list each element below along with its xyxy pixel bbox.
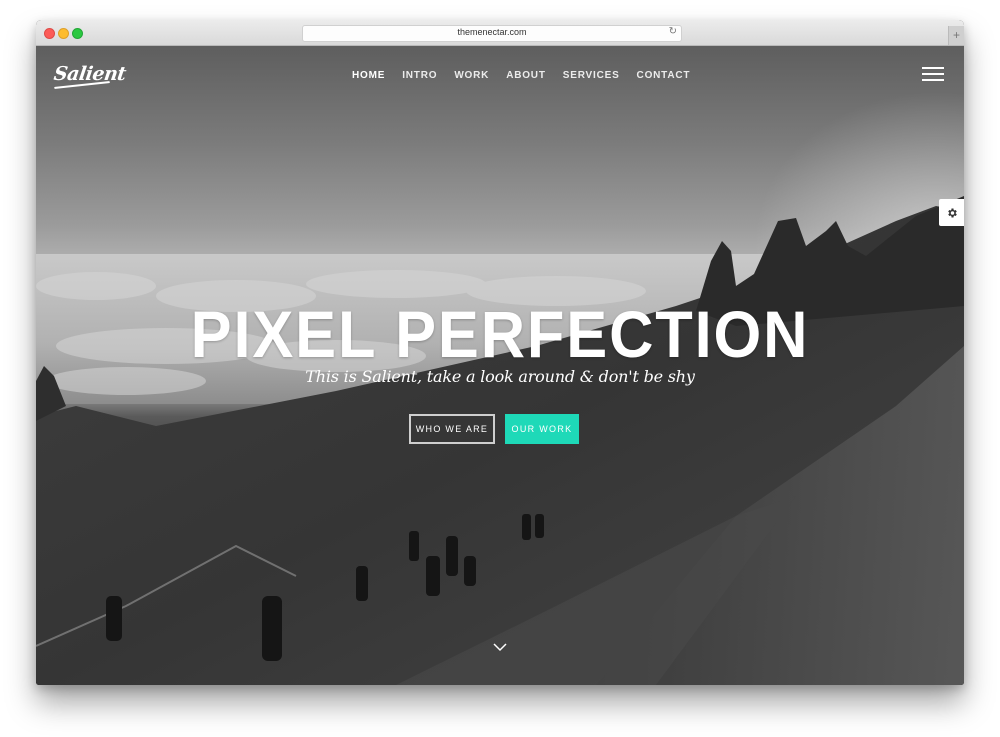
hamburger-icon-line <box>922 73 944 75</box>
hamburger-menu-button[interactable] <box>922 67 944 83</box>
nav-item-services[interactable]: SERVICES <box>563 70 620 81</box>
main-navigation: HOME INTRO WORK ABOUT SERVICES CONTACT <box>352 70 707 81</box>
reload-icon[interactable]: ↻ <box>669 26 677 37</box>
hamburger-icon <box>922 67 944 69</box>
nav-item-about[interactable]: ABOUT <box>506 70 546 81</box>
close-window-button[interactable] <box>44 28 55 39</box>
our-work-button[interactable]: OUR WORK <box>505 414 579 444</box>
hero-headline: PIXEL PERFECTION <box>190 297 810 371</box>
minimize-window-button[interactable] <box>58 28 69 39</box>
browser-window: themenectar.com ↻ + Salient HOME INTRO W… <box>36 20 964 685</box>
url-text: themenectar.com <box>457 27 527 37</box>
nav-item-work[interactable]: WORK <box>454 70 489 81</box>
nav-item-home[interactable]: HOME <box>352 70 385 81</box>
browser-toolbar: themenectar.com ↻ + <box>36 20 964 46</box>
maximize-window-button[interactable] <box>72 28 83 39</box>
settings-panel-toggle[interactable] <box>939 199 964 226</box>
hero-section: Salient HOME INTRO WORK ABOUT SERVICES C… <box>36 46 964 685</box>
hero-subheadline: This is Salient, take a look around & do… <box>305 367 695 386</box>
nav-item-intro[interactable]: INTRO <box>402 70 437 81</box>
gear-icon <box>947 208 957 217</box>
new-tab-button[interactable]: + <box>948 26 964 45</box>
who-we-are-button[interactable]: WHO WE ARE <box>409 414 495 444</box>
chevron-down-icon[interactable] <box>492 642 508 652</box>
nav-item-contact[interactable]: CONTACT <box>637 70 691 81</box>
site-logo[interactable]: Salient <box>52 63 127 85</box>
address-bar[interactable]: themenectar.com ↻ <box>302 25 682 42</box>
hamburger-icon-line <box>922 79 944 81</box>
plus-icon: + <box>952 28 960 42</box>
